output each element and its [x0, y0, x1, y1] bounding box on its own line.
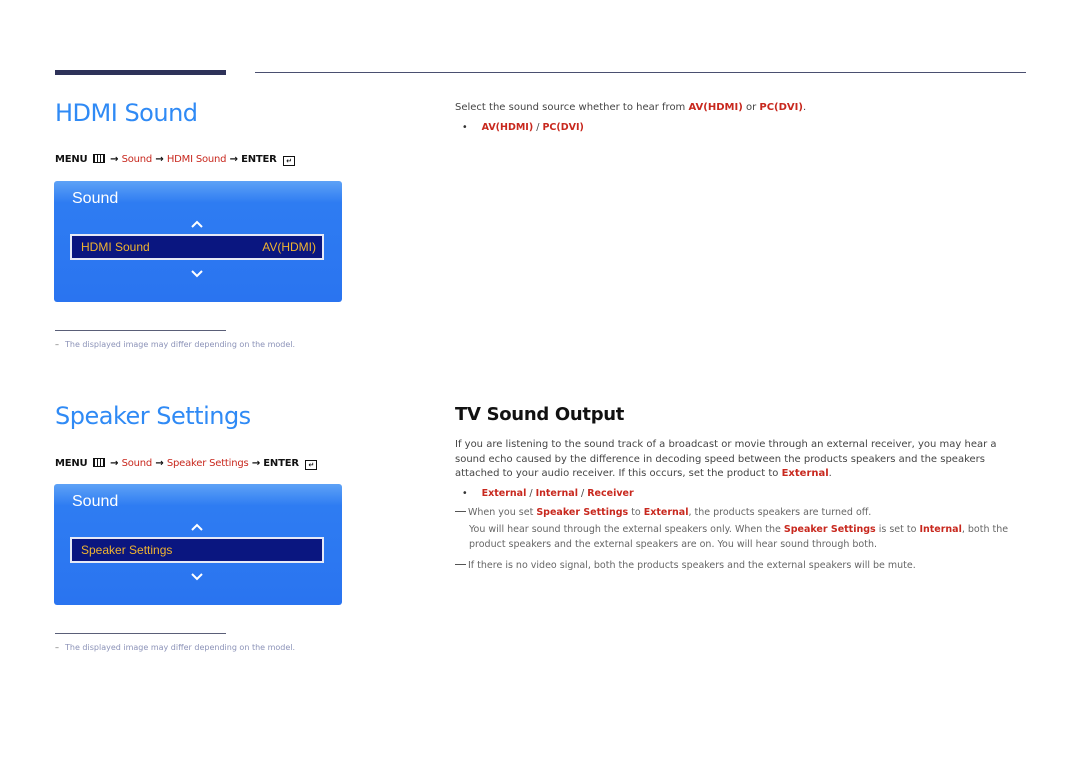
option-pc-dvi: PC(DVI): [542, 122, 584, 133]
panel-title: Sound: [72, 493, 119, 510]
menu-label: MENU: [55, 154, 88, 165]
hdmi-sound-title: HDMI Sound: [55, 99, 198, 127]
option-receiver: Receiver: [587, 488, 634, 499]
footnote-text: The displayed image may differ depending…: [65, 340, 296, 349]
path-sound: Sound: [121, 458, 153, 469]
para-period: .: [828, 468, 832, 479]
sound-menu-panel-speaker: Sound Speaker Settings: [54, 484, 342, 605]
arrow: →: [251, 458, 260, 469]
option-sep: /: [526, 488, 536, 499]
panel-title: Sound: [72, 190, 119, 207]
menu-item-value: AV(HDMI): [262, 240, 316, 254]
tv-sound-note-2: If there is no video signal, both the pr…: [455, 559, 916, 574]
chevron-up-icon[interactable]: [190, 217, 204, 231]
desc-or: or: [742, 102, 760, 113]
menu-item-speaker-settings[interactable]: Speaker Settings: [70, 537, 324, 563]
option-external: External: [481, 488, 527, 499]
footnote-rule: [55, 330, 226, 331]
enter-icon: ↵: [305, 460, 318, 470]
chevron-down-icon[interactable]: [190, 267, 204, 281]
note-text: , the products speakers are turned off.: [688, 507, 872, 518]
section-bar-thin: [255, 72, 1026, 73]
note-dash: [455, 511, 466, 512]
menu-item-label: HDMI Sound: [81, 240, 150, 254]
chevron-down-icon[interactable]: [190, 570, 204, 584]
desc-text: Select the sound source whether to hear …: [455, 102, 689, 113]
menu-icon: [92, 458, 105, 467]
enter-label: ENTER: [263, 458, 299, 469]
speaker-settings-title: Speaker Settings: [55, 402, 251, 430]
arrow: →: [110, 154, 119, 165]
tv-sound-output-title: TV Sound Output: [455, 404, 625, 425]
hdmi-sound-description: Select the sound source whether to hear …: [455, 101, 806, 116]
bullet-icon: •: [462, 122, 468, 133]
sound-menu-panel: Sound HDMI Sound AV(HDMI): [54, 181, 342, 302]
section-bar-thick: [55, 70, 226, 75]
note-speaker-settings: Speaker Settings: [536, 507, 629, 518]
enter-icon: ↵: [282, 156, 295, 166]
tv-sound-options-bullet: • External / Internal / Receiver: [462, 488, 634, 499]
hdmi-footnote: – The displayed image may differ dependin…: [55, 340, 296, 349]
arrow: →: [229, 154, 238, 165]
note-text: If there is no video signal, both the pr…: [468, 560, 916, 571]
menu-item-hdmi-sound[interactable]: HDMI Sound AV(HDMI): [70, 234, 324, 260]
note-text: You will hear sound through the external…: [469, 524, 784, 535]
tv-sound-output-paragraph: If you are listening to the sound track …: [455, 438, 1030, 482]
hdmi-options-bullet: • AV(HDMI) / PC(DVI): [462, 122, 584, 133]
speaker-settings-menu-path: MENU → Sound → Speaker Settings → ENTER …: [55, 458, 318, 470]
speaker-footnote: – The displayed image may differ dependin…: [55, 643, 296, 652]
path-hdmi-sound: HDMI Sound: [166, 154, 227, 165]
tv-sound-note-1b: You will hear sound through the external…: [469, 523, 1029, 552]
option-internal: Internal: [535, 488, 578, 499]
menu-icon: [92, 154, 105, 163]
note-text: to: [628, 507, 644, 518]
enter-label: ENTER: [241, 154, 277, 165]
arrow: →: [155, 458, 164, 469]
para-text: If you are listening to the sound track …: [455, 439, 997, 479]
path-sound: Sound: [121, 154, 153, 165]
hdmi-sound-menu-path: MENU → Sound → HDMI Sound → ENTER ↵: [55, 154, 295, 166]
arrow: →: [155, 154, 164, 165]
note-speaker-settings: Speaker Settings: [783, 524, 876, 535]
note-text: When you set: [468, 507, 537, 518]
opt-av-hdmi: AV(HDMI): [688, 102, 743, 113]
note-text: is set to: [875, 524, 920, 535]
arrow: →: [110, 458, 119, 469]
menu-item-label: Speaker Settings: [81, 543, 173, 557]
desc-period: .: [802, 102, 807, 113]
bullet-icon: •: [462, 488, 468, 499]
note-dash: [455, 564, 466, 565]
note-external: External: [643, 507, 689, 518]
path-speaker-settings: Speaker Settings: [166, 458, 249, 469]
option-av-hdmi: AV(HDMI): [481, 122, 534, 133]
para-external: External: [781, 468, 829, 479]
opt-pc-dvi: PC(DVI): [759, 102, 803, 113]
chevron-up-icon[interactable]: [190, 520, 204, 534]
option-sep: /: [577, 488, 588, 499]
footnote-rule: [55, 633, 226, 634]
note-internal: Internal: [919, 524, 962, 535]
menu-label: MENU: [55, 458, 88, 469]
footnote-text: The displayed image may differ depending…: [65, 643, 296, 652]
tv-sound-note-1: When you set Speaker Settings to Externa…: [455, 506, 871, 521]
